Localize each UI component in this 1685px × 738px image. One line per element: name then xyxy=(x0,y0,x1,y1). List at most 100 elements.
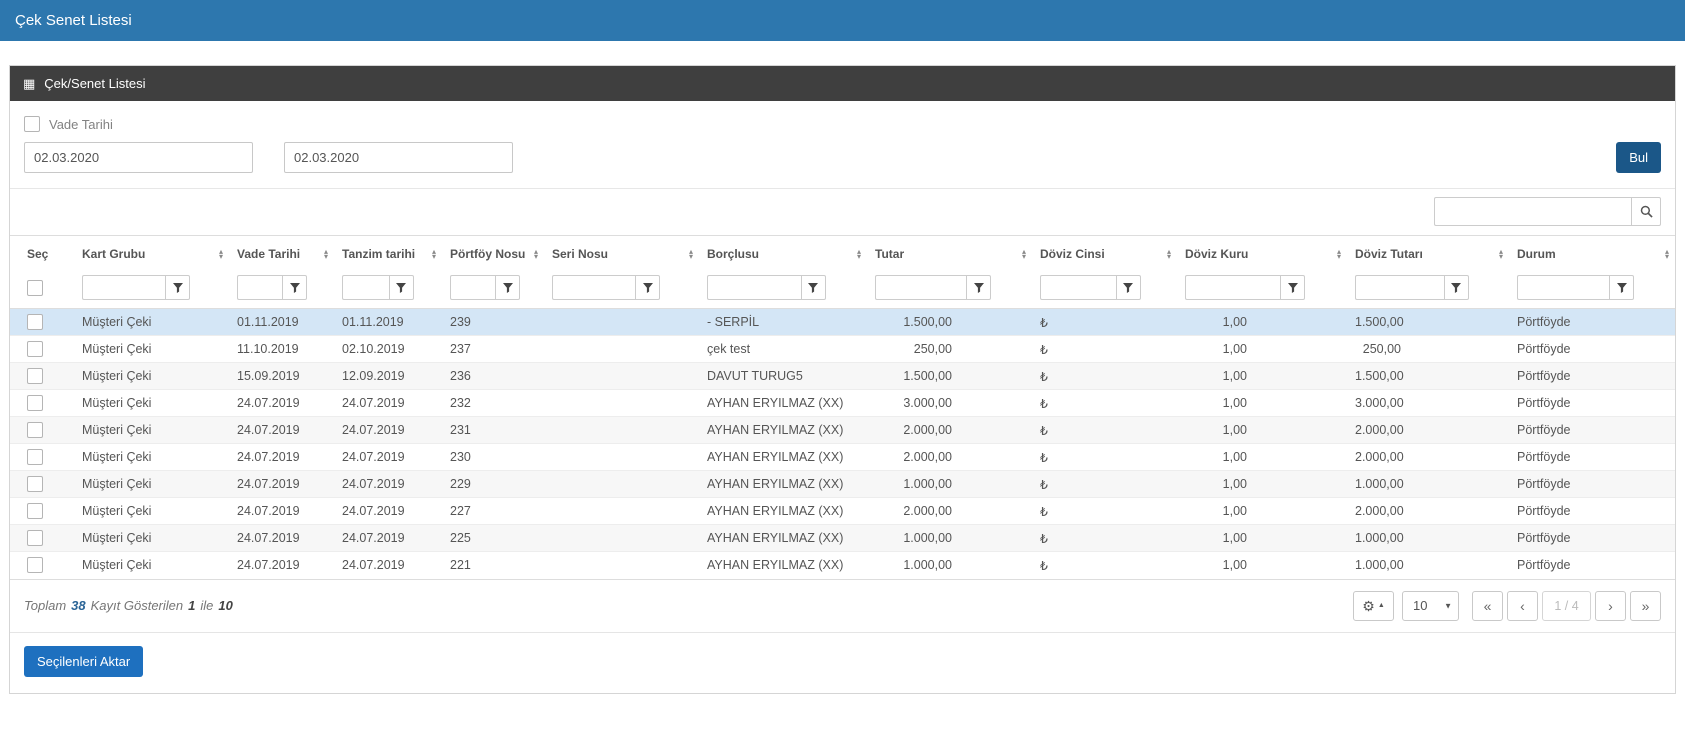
cell-doviz-kuru: 1,00 xyxy=(1177,444,1347,471)
filter-menu-button[interactable] xyxy=(1116,275,1141,300)
row-select-checkbox[interactable] xyxy=(27,314,43,330)
table-row[interactable]: Müşteri Çeki24.07.201924.07.2019232AYHAN… xyxy=(10,390,1675,417)
sort-icon[interactable]: ▴▾ xyxy=(219,249,223,259)
filter-menu-button[interactable] xyxy=(635,275,660,300)
column-header-doviz-cinsi[interactable]: Döviz Cinsi ▴▾ xyxy=(1032,236,1177,273)
column-header-portfoy-nosu[interactable]: Pörtföy Nosu▴▾ xyxy=(442,236,544,273)
sort-icon[interactable]: ▴▾ xyxy=(689,249,693,259)
filter-input-doviz-tutari[interactable] xyxy=(1355,275,1444,300)
cell-tutar: 2.000,00 xyxy=(867,417,1032,444)
row-select-checkbox[interactable] xyxy=(27,530,43,546)
filter-menu-button[interactable] xyxy=(389,275,414,300)
filter-menu-button[interactable] xyxy=(1444,275,1469,300)
filter-input-vade-tarihi[interactable] xyxy=(237,275,282,300)
filter-input-kart-grubu[interactable] xyxy=(82,275,165,300)
sort-icon[interactable]: ▴▾ xyxy=(324,249,328,259)
grid-settings-button[interactable]: ⚙▲ xyxy=(1353,591,1394,621)
cell-doviz-kuru: 1,00 xyxy=(1177,525,1347,552)
filter-menu-button[interactable] xyxy=(1609,275,1634,300)
filter-input-doviz-kuru[interactable] xyxy=(1185,275,1280,300)
bul-button[interactable]: Bul xyxy=(1616,142,1661,173)
cell-tutar: 1.000,00 xyxy=(867,525,1032,552)
sort-icon[interactable]: ▴▾ xyxy=(857,249,861,259)
filter-input-portfoy-nosu[interactable] xyxy=(450,275,495,300)
sort-icon[interactable]: ▴▾ xyxy=(1499,249,1503,259)
row-select-checkbox[interactable] xyxy=(27,422,43,438)
filter-menu-button[interactable] xyxy=(1280,275,1305,300)
column-label: Döviz Cinsi xyxy=(1040,247,1105,261)
select-all-checkbox[interactable] xyxy=(27,280,43,296)
filter-group-portfoy-nosu xyxy=(450,275,520,300)
row-select-checkbox[interactable] xyxy=(27,395,43,411)
cell-portfoy-nosu: 229 xyxy=(442,471,544,498)
column-label: Kart Grubu xyxy=(82,247,145,261)
sort-icon[interactable]: ▴▾ xyxy=(1665,249,1669,259)
column-header-tutar[interactable]: Tutar▴▾ xyxy=(867,236,1032,273)
sort-icon[interactable]: ▴▾ xyxy=(534,249,538,259)
filter-menu-button[interactable] xyxy=(801,275,826,300)
cell-seri-nosu xyxy=(544,525,699,552)
cell-doviz-tutari: 1.500,00 xyxy=(1347,363,1509,390)
row-select-checkbox[interactable] xyxy=(27,476,43,492)
table-row[interactable]: Müşteri Çeki24.07.201924.07.2019227AYHAN… xyxy=(10,498,1675,525)
row-select-checkbox[interactable] xyxy=(27,449,43,465)
sort-icon[interactable]: ▴▾ xyxy=(1337,249,1341,259)
date-from-input[interactable] xyxy=(24,142,253,173)
sort-icon[interactable]: ▴▾ xyxy=(1167,249,1171,259)
cell-doviz-tutari: 1.000,00 xyxy=(1347,552,1509,579)
next-page-button[interactable]: › xyxy=(1595,591,1626,621)
cell-tanzim-tarihi: 12.09.2019 xyxy=(334,363,442,390)
column-header-borclusu[interactable]: Borçlusu▴▾ xyxy=(699,236,867,273)
column-header-vade-tarihi[interactable]: Vade Tarihi▴▾ xyxy=(229,236,334,273)
table-row[interactable]: Müşteri Çeki15.09.201912.09.2019236DAVUT… xyxy=(10,363,1675,390)
cell-doviz-cinsi: ₺ xyxy=(1032,471,1177,498)
filter-input-tutar[interactable] xyxy=(875,275,966,300)
search-button[interactable] xyxy=(1631,197,1661,226)
sort-icon[interactable]: ▴▾ xyxy=(1022,249,1026,259)
filter-input-borclusu[interactable] xyxy=(707,275,801,300)
first-page-button[interactable]: « xyxy=(1472,591,1503,621)
row-select-checkbox[interactable] xyxy=(27,341,43,357)
table-row[interactable]: Müşteri Çeki01.11.201901.11.2019239- SER… xyxy=(10,309,1675,336)
filter-menu-button[interactable] xyxy=(966,275,991,300)
sort-icon[interactable]: ▴▾ xyxy=(432,249,436,259)
column-header-seri-nosu[interactable]: Seri Nosu▴▾ xyxy=(544,236,699,273)
cell-portfoy-nosu: 225 xyxy=(442,525,544,552)
date-to-input[interactable] xyxy=(284,142,513,173)
last-page-button[interactable]: » xyxy=(1630,591,1661,621)
page-size-select[interactable]: 10 xyxy=(1402,591,1459,621)
filter-input-tanzim-tarihi[interactable] xyxy=(342,275,389,300)
filter-input-doviz-cinsi[interactable] xyxy=(1040,275,1116,300)
cell-durum: Pörtföyde xyxy=(1509,525,1675,552)
column-header-doviz-tutari[interactable]: Döviz Tutarı▴▾ xyxy=(1347,236,1509,273)
filter-menu-button[interactable] xyxy=(165,275,190,300)
filter-input-seri-nosu[interactable] xyxy=(552,275,635,300)
row-select-checkbox[interactable] xyxy=(27,503,43,519)
cell-tanzim-tarihi: 24.07.2019 xyxy=(334,525,442,552)
table-row[interactable]: Müşteri Çeki24.07.201924.07.2019221AYHAN… xyxy=(10,552,1675,579)
column-label: Seç xyxy=(27,247,48,261)
table-row[interactable]: Müşteri Çeki24.07.201924.07.2019225AYHAN… xyxy=(10,525,1675,552)
table-row[interactable]: Müşteri Çeki24.07.201924.07.2019230AYHAN… xyxy=(10,444,1675,471)
column-header-doviz-kuru[interactable]: Döviz Kuru▴▾ xyxy=(1177,236,1347,273)
prev-page-button[interactable]: ‹ xyxy=(1507,591,1538,621)
table-row[interactable]: Müşteri Çeki24.07.201924.07.2019231AYHAN… xyxy=(10,417,1675,444)
filter-menu-button[interactable] xyxy=(282,275,307,300)
filter-input-durum[interactable] xyxy=(1517,275,1609,300)
cek-senet-table: SeçKart Grubu▴▾Vade Tarihi▴▾Tanzim tarih… xyxy=(10,235,1675,579)
secilenleri-aktar-button[interactable]: Seçilenleri Aktar xyxy=(24,646,143,677)
panel-title: Çek/Senet Listesi xyxy=(44,76,145,91)
row-select-checkbox[interactable] xyxy=(27,368,43,384)
cell-doviz-cinsi: ₺ xyxy=(1032,498,1177,525)
vade-tarihi-checkbox-row[interactable]: Vade Tarihi xyxy=(24,116,113,132)
vade-tarihi-checkbox[interactable] xyxy=(24,116,40,132)
cell-kart-grubu: Müşteri Çeki xyxy=(74,444,229,471)
column-header-durum[interactable]: Durum▴▾ xyxy=(1509,236,1675,273)
column-header-kart-grubu[interactable]: Kart Grubu ▴▾ xyxy=(74,236,229,273)
table-search-input[interactable] xyxy=(1434,197,1631,226)
table-row[interactable]: Müşteri Çeki11.10.201902.10.2019237çek t… xyxy=(10,336,1675,363)
filter-menu-button[interactable] xyxy=(495,275,520,300)
row-select-checkbox[interactable] xyxy=(27,557,43,573)
table-row[interactable]: Müşteri Çeki24.07.201924.07.2019229AYHAN… xyxy=(10,471,1675,498)
column-header-tanzim-tarihi[interactable]: Tanzim tarihi▴▾ xyxy=(334,236,442,273)
